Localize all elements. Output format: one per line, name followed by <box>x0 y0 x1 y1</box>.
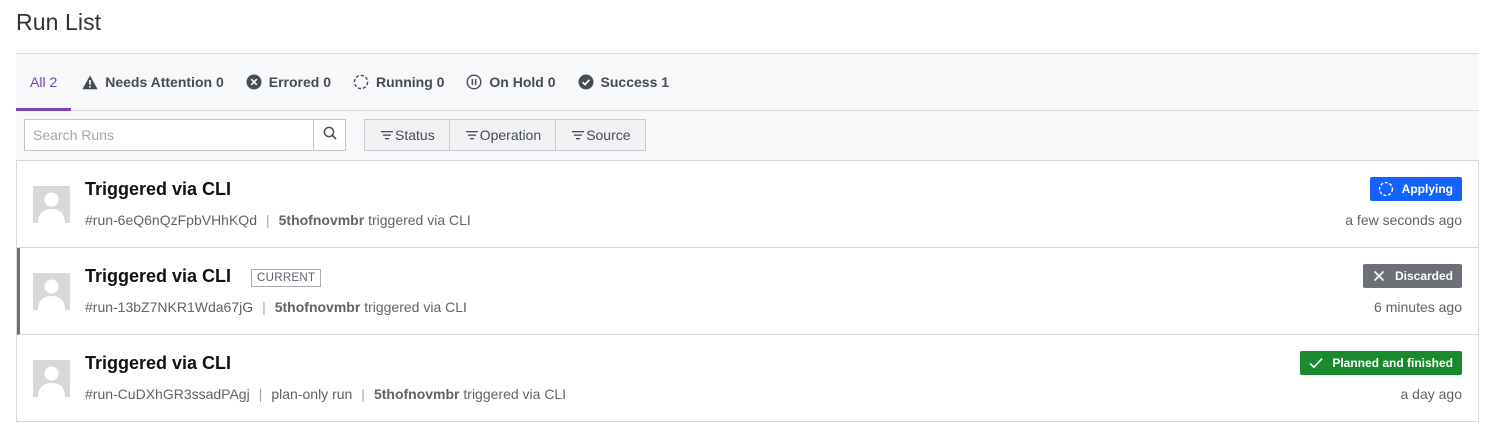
page-title: Run List <box>16 9 102 35</box>
tab-errored-label: Errored 0 <box>268 74 331 90</box>
run-timestamp: a few seconds ago <box>1345 212 1462 228</box>
run-user: 5thofnovmbr <box>274 299 361 315</box>
filter-icon <box>571 129 585 141</box>
run-title[interactable]: Triggered via CLI <box>85 179 231 200</box>
tab-all[interactable]: All 2 <box>16 54 72 111</box>
run-row[interactable]: Triggered via CLI #run-6eQ6nQzFpbVHhKQd |… <box>17 161 1478 248</box>
tab-success[interactable]: Success 1 <box>567 54 681 110</box>
x-circle-icon <box>246 74 262 90</box>
meta-separator: | <box>258 386 263 402</box>
run-id[interactable]: #run-13bZ7NKR1Wda67jG <box>85 299 253 315</box>
status-label: Discarded <box>1394 269 1453 283</box>
avatar <box>33 360 70 397</box>
current-badge: CURRENT <box>251 269 322 287</box>
check-icon <box>1308 355 1324 371</box>
run-status-tabs: All 2 Needs Attention 0 Errored 0 Runnin… <box>16 53 1479 111</box>
source-filter-label: Source <box>586 127 631 143</box>
tab-needs-attention[interactable]: Needs Attention 0 <box>71 54 235 110</box>
operation-filter-button[interactable]: Operation <box>450 120 557 150</box>
filter-icon <box>380 129 394 141</box>
close-icon <box>1371 268 1387 284</box>
spinner-icon <box>1378 181 1394 197</box>
run-trigger: triggered via CLI <box>364 299 467 315</box>
warning-icon <box>82 74 98 90</box>
filter-icon <box>465 129 479 141</box>
status-badge: Discarded <box>1362 264 1462 288</box>
avatar <box>33 186 70 223</box>
status-badge: Applying <box>1369 177 1462 201</box>
source-filter-button[interactable]: Source <box>556 120 644 150</box>
filter-button-group: Status Operation Source <box>364 119 646 151</box>
tab-on-hold-label: On Hold 0 <box>489 74 556 90</box>
run-id[interactable]: #run-6eQ6nQzFpbVHhKQd <box>85 212 257 228</box>
run-user: 5thofnovmbr <box>373 386 460 402</box>
search-button[interactable] <box>313 120 345 150</box>
meta-separator: | <box>262 299 266 315</box>
pause-circle-icon <box>466 74 482 90</box>
tab-errored[interactable]: Errored 0 <box>235 54 342 110</box>
avatar <box>33 273 70 310</box>
run-user: 5thofnovmbr <box>278 212 365 228</box>
meta-separator: | <box>361 386 365 402</box>
run-row[interactable]: Triggered via CLI #run-CuDXhGR3ssadPAgj |… <box>17 335 1478 421</box>
run-extra: plan-only run <box>271 386 353 402</box>
tab-needs-attention-label: Needs Attention 0 <box>105 74 224 90</box>
status-label: Applying <box>1401 182 1453 196</box>
run-row[interactable]: Triggered via CLI CURRENT #run-13bZ7NKR1… <box>17 248 1478 335</box>
check-circle-icon <box>578 74 594 90</box>
status-badge: Planned and finished <box>1300 351 1462 375</box>
tab-on-hold[interactable]: On Hold 0 <box>455 54 566 110</box>
tab-running[interactable]: Running 0 <box>342 54 455 110</box>
run-title[interactable]: Triggered via CLI <box>85 266 231 287</box>
operation-filter-label: Operation <box>479 127 542 143</box>
run-id[interactable]: #run-CuDXhGR3ssadPAgj <box>85 386 250 402</box>
status-filter-button[interactable]: Status <box>365 120 450 150</box>
spinner-icon <box>353 74 369 90</box>
run-meta: #run-13bZ7NKR1Wda67jG | 5thofnovmbr trigge… <box>85 299 467 315</box>
filter-toolbar: Status Operation Source <box>16 111 1479 161</box>
search-input[interactable] <box>25 120 313 150</box>
status-label: Planned and finished <box>1332 356 1453 370</box>
search-icon <box>323 126 337 145</box>
tab-success-label: Success 1 <box>600 74 670 90</box>
search-box <box>24 119 346 151</box>
run-timestamp: 6 minutes ago <box>1374 299 1462 315</box>
status-filter-label: Status <box>395 127 435 143</box>
run-meta: #run-6eQ6nQzFpbVHhKQd | 5thofnovmbr trigge… <box>85 212 471 228</box>
run-trigger: triggered via CLI <box>368 212 471 228</box>
run-trigger: triggered via CLI <box>463 386 567 402</box>
run-timestamp: a day ago <box>1400 386 1463 402</box>
tab-all-label: All 2 <box>30 74 58 90</box>
tab-running-label: Running 0 <box>375 74 445 90</box>
run-meta: #run-CuDXhGR3ssadPAgj | plan-only run | 5tho… <box>85 386 566 402</box>
run-title[interactable]: Triggered via CLI <box>85 353 231 374</box>
run-list: Triggered via CLI #run-6eQ6nQzFpbVHhKQd |… <box>16 160 1479 422</box>
meta-separator: | <box>265 212 270 228</box>
